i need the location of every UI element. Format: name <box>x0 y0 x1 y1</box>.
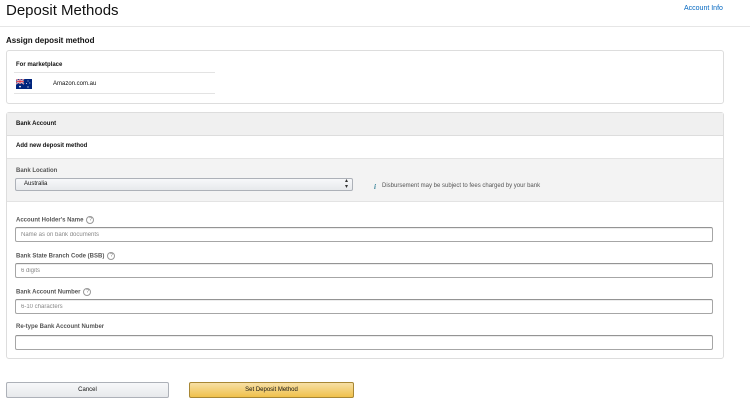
account-number-input[interactable] <box>15 299 713 314</box>
marketplace-name: Amazon.com.au <box>53 81 97 87</box>
help-icon[interactable]: ? <box>107 252 116 260</box>
cancel-button[interactable]: Cancel <box>6 382 169 398</box>
set-deposit-method-button[interactable]: Set Deposit Method <box>189 382 354 398</box>
bank-location-selected: Australia <box>24 181 48 187</box>
info-icon: i <box>374 183 376 191</box>
retype-account-number-input[interactable] <box>15 335 713 350</box>
retype-account-number-label: Re-type Bank Account Number <box>16 324 105 330</box>
help-icon[interactable]: ? <box>83 288 92 296</box>
account-info-link[interactable]: Account Info <box>684 5 723 12</box>
disbursement-note: Disbursement may be subject to fees char… <box>382 183 541 189</box>
marketplace-panel <box>6 50 724 104</box>
divider <box>14 93 215 94</box>
account-holder-input[interactable] <box>15 227 713 242</box>
divider <box>14 72 215 73</box>
account-number-label: Bank Account Number? <box>16 288 92 296</box>
bank-account-header <box>7 113 723 136</box>
marketplace-label: For marketplace <box>16 62 63 68</box>
section-subtitle: Assign deposit method <box>6 36 95 45</box>
australia-flag-icon <box>16 79 32 89</box>
bank-account-title: Bank Account <box>16 121 57 127</box>
bank-location-select[interactable] <box>15 178 353 191</box>
help-icon[interactable]: ? <box>86 216 95 224</box>
bank-location-label: Bank Location <box>16 168 58 174</box>
header-divider <box>0 26 750 27</box>
bsb-label: Bank State Branch Code (BSB)? <box>16 252 116 260</box>
page-title: Deposit Methods <box>6 2 119 19</box>
account-holder-label: Account Holder's Name? <box>16 216 95 224</box>
add-new-deposit-label: Add new deposit method <box>16 143 88 149</box>
select-arrows-icon: ▴ ▾ <box>345 178 349 190</box>
bsb-input[interactable] <box>15 263 713 278</box>
